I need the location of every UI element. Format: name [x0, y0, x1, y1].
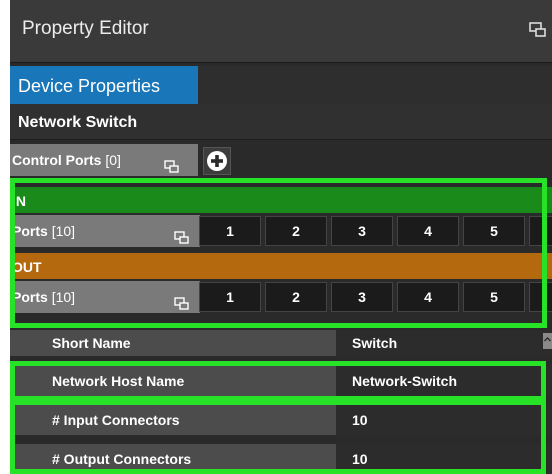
window-float-icon[interactable] — [528, 20, 548, 40]
add-control-port-button[interactable] — [203, 147, 231, 175]
control-ports-count: [0] — [105, 152, 121, 168]
control-ports-row: Control Ports [0] — [10, 141, 552, 179]
short-name-row: Short Name Switch — [10, 330, 552, 356]
panel-title: Property Editor — [22, 18, 149, 39]
control-ports-label[interactable]: Control Ports [0] — [10, 144, 198, 176]
device-title: Network Switch — [10, 104, 552, 140]
tab-device-properties[interactable]: Device Properties — [10, 66, 198, 104]
control-ports-text: Control Ports — [12, 152, 102, 168]
panel-titlebar: Property Editor — [10, 0, 552, 63]
short-name-value[interactable]: Switch — [352, 330, 397, 356]
highlight-host-name-box — [10, 361, 546, 401]
scroll-up-icon[interactable] — [543, 333, 552, 349]
highlight-connectors-box — [10, 400, 546, 474]
plus-circle-icon — [207, 151, 227, 171]
window-float-icon[interactable] — [164, 153, 180, 173]
highlight-ports-box — [10, 178, 547, 328]
tab-bar: Device Properties — [10, 66, 552, 104]
short-name-label: Short Name — [10, 330, 336, 356]
